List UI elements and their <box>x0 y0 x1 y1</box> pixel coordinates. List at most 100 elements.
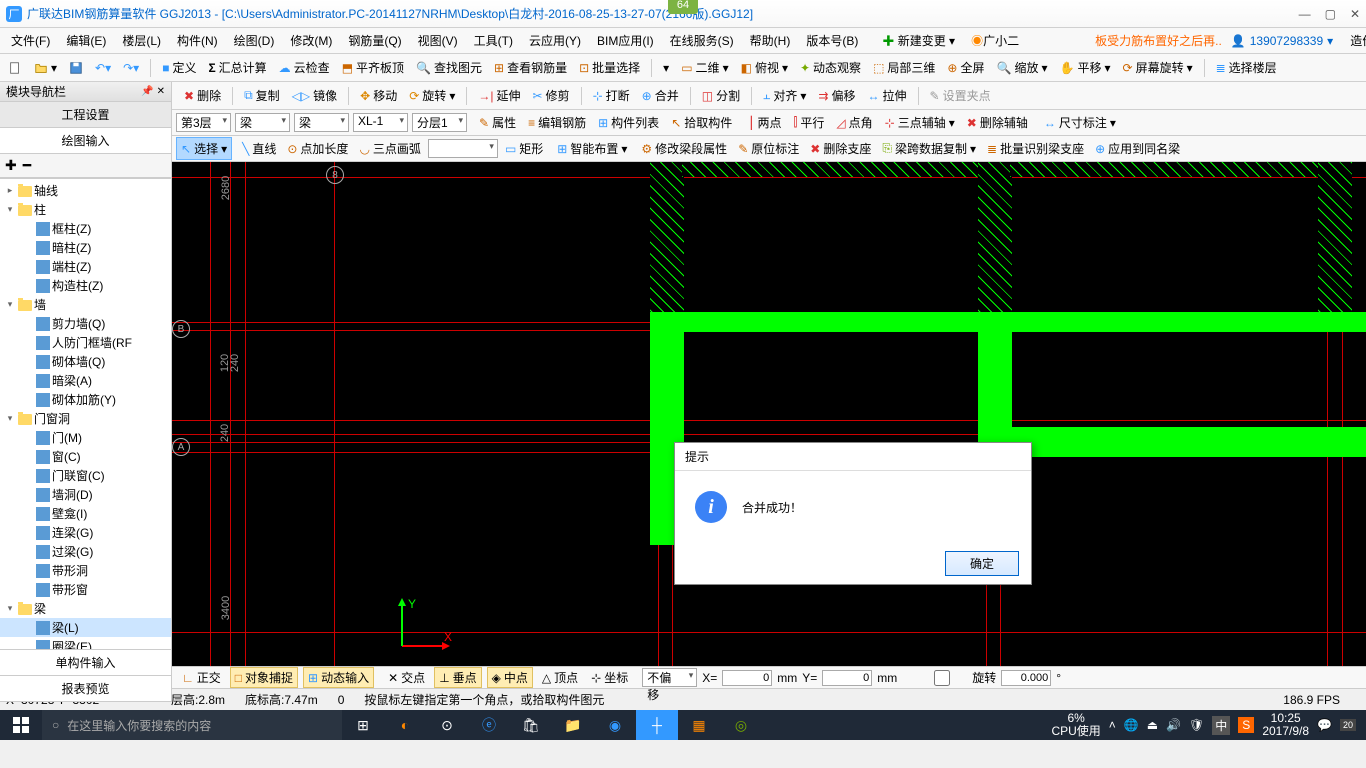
tree-item[interactable]: 带形洞 <box>0 561 171 580</box>
origmark-button[interactable]: ✎原位标注 <box>734 138 803 159</box>
attr-button[interactable]: ✎属性 <box>475 112 520 133</box>
menu-bim[interactable]: BIM应用(I) <box>590 29 661 52</box>
tree-item[interactable]: 墙洞(D) <box>0 485 171 504</box>
align-button[interactable]: ⫠对齐▾ <box>759 85 810 106</box>
undo-icon[interactable]: ↶▾ <box>91 59 115 77</box>
ptlen-button[interactable]: ⊙点加长度 <box>283 138 352 159</box>
applysame-button[interactable]: ⊕应用到同名梁 <box>1091 138 1184 159</box>
menu-component[interactable]: 构件(N) <box>170 29 225 52</box>
tree-item[interactable]: 端柱(Z) <box>0 257 171 276</box>
arc3-button[interactable]: ◡三点画弧 <box>355 138 425 159</box>
cross-toggle[interactable]: ✕ 交点 <box>384 668 429 687</box>
tree-item[interactable]: ▸轴线 <box>0 181 171 200</box>
copy-button[interactable]: ⧉复制 <box>240 85 284 106</box>
tree-item[interactable]: 圈梁(E) <box>0 637 171 649</box>
rotate-button[interactable]: ⟳旋转▾ <box>405 85 459 106</box>
pan-button[interactable]: ✋平移▾ <box>1056 57 1115 78</box>
cloudcheck-button[interactable]: ☁云检查 <box>275 57 334 78</box>
mirror-button[interactable]: ◁▷镜像 <box>288 85 341 106</box>
taskview-icon[interactable]: ⊞ <box>342 710 384 740</box>
user-label[interactable]: ◉广小二 <box>964 29 1026 52</box>
arc3-combo[interactable] <box>428 139 498 158</box>
perp-toggle[interactable]: ⊥ 垂点 <box>434 667 481 688</box>
smart-button[interactable]: ⊞智能布置▾ <box>553 138 631 159</box>
mid-toggle[interactable]: ◈ 中点 <box>487 667 533 688</box>
tree-item[interactable]: 门(M) <box>0 428 171 447</box>
complist-button[interactable]: ⊞构件列表 <box>594 112 663 133</box>
notice-text[interactable]: 板受力筋布置好之后再.. <box>1088 29 1229 52</box>
local3d-button[interactable]: ⬚局部三维 <box>869 57 939 78</box>
line-button[interactable]: ╲直线 <box>238 138 280 159</box>
vertex-toggle[interactable]: △ 顶点 <box>538 668 582 687</box>
x-input[interactable] <box>722 670 772 686</box>
rect-button[interactable]: ▭矩形 <box>501 138 547 159</box>
batchsel-button[interactable]: ⊡批量选择 <box>575 57 644 78</box>
trim-button[interactable]: ✂修剪 <box>528 85 573 106</box>
layer-combo[interactable]: 分层1 <box>412 113 467 132</box>
tray-date[interactable]: 2017/9/8 <box>1262 725 1309 738</box>
phone-number[interactable]: 13907298339 <box>1250 34 1323 48</box>
birdview-button[interactable]: ◧俯视▾ <box>737 57 792 78</box>
parallel-button[interactable]: ⫿平行 <box>790 112 829 133</box>
delsup-button[interactable]: ✖删除支座 <box>806 138 875 159</box>
tree-item[interactable]: 砌体加筋(Y) <box>0 390 171 409</box>
break-button[interactable]: ⊹打断 <box>589 85 634 106</box>
angle-input[interactable] <box>1001 670 1051 686</box>
tray-safe-icon[interactable]: 🛡 <box>1189 718 1204 732</box>
app6-icon[interactable]: ▦ <box>678 710 720 740</box>
minimize-icon[interactable]: — <box>1299 7 1311 21</box>
code-combo[interactable]: XL-1 <box>353 113 408 132</box>
dropdown-icon[interactable]: ▾ <box>659 59 673 77</box>
coord-toggle[interactable]: ⊹ 坐标 <box>587 668 632 687</box>
redo-icon[interactable]: ↷▾ <box>119 59 143 77</box>
pin-icon[interactable]: 📌 ✕ <box>141 86 165 97</box>
single-input-tab[interactable]: 单构件输入 <box>0 650 171 676</box>
define-button[interactable]: ■定义 <box>158 57 200 78</box>
delaux-button[interactable]: ✖删除辅轴 <box>963 112 1032 133</box>
app1-icon[interactable]: ◐ <box>384 710 426 740</box>
tree-item[interactable]: 人防门框墙(RF <box>0 333 171 352</box>
tree-item[interactable]: 剪力墙(Q) <box>0 314 171 333</box>
stretch-button[interactable]: ↔拉伸 <box>863 85 910 106</box>
fullscreen-button[interactable]: ⊕全屏 <box>943 57 988 78</box>
snap-toggle[interactable]: □对象捕捉 <box>230 667 298 688</box>
tree-item[interactable]: 过梁(G) <box>0 542 171 561</box>
tab-drawinput[interactable]: 绘图输入 <box>0 128 171 153</box>
rotate-checkbox[interactable] <box>917 670 967 686</box>
offset-combo[interactable]: 不偏移 <box>642 668 697 687</box>
extend-button[interactable]: →|延伸 <box>474 85 524 106</box>
tree-item[interactable]: 连梁(G) <box>0 523 171 542</box>
taskbar-search[interactable]: ○在这里输入你要搜索的内容 <box>42 710 342 740</box>
sellayer-button[interactable]: ≣选择楼层 <box>1212 57 1281 78</box>
zoom-button[interactable]: 🔍缩放▾ <box>993 57 1052 78</box>
save-icon[interactable] <box>65 59 87 77</box>
explorer-icon[interactable]: 📁 <box>552 710 594 740</box>
tray-usb-icon[interactable]: ⏏ <box>1147 718 1158 732</box>
store-icon[interactable]: 🛍 <box>510 710 552 740</box>
app4-icon[interactable]: ◉ <box>594 710 636 740</box>
beamdata-button[interactable]: ⎘梁跨数据复制▾ <box>878 138 980 159</box>
menu-version[interactable]: 版本号(B) <box>799 29 865 52</box>
menu-edit[interactable]: 编辑(E) <box>59 29 113 52</box>
tree-item[interactable]: ▾门窗洞 <box>0 409 171 428</box>
tree-item[interactable]: 壁龛(I) <box>0 504 171 523</box>
tree-item[interactable]: 门联窗(C) <box>0 466 171 485</box>
tree-item[interactable]: 框柱(Z) <box>0 219 171 238</box>
assist-icon[interactable]: 20 <box>1340 719 1356 731</box>
menu-modify[interactable]: 修改(M) <box>283 29 339 52</box>
open-file-icon[interactable]: ▾ <box>30 59 61 77</box>
new-file-icon[interactable] <box>4 59 26 77</box>
batchrec-button[interactable]: ≣批量识别梁支座 <box>983 138 1088 159</box>
edge-icon[interactable]: ⓔ <box>468 710 510 740</box>
tray-up-icon[interactable]: ˄ <box>1109 718 1116 732</box>
offset-button[interactable]: ⇉偏移 <box>814 85 859 106</box>
twopt-button[interactable]: ⎮两点 <box>744 112 785 133</box>
tree-item[interactable]: 窗(C) <box>0 447 171 466</box>
ptangle-button[interactable]: ◿点角 <box>832 112 876 133</box>
ok-button[interactable]: 确定 <box>945 551 1019 576</box>
tree-item[interactable]: ▾墙 <box>0 295 171 314</box>
pickcomp-button[interactable]: ↖拾取构件 <box>667 112 736 133</box>
drawing-canvas[interactable]: 8 B A 2680 120 240 240 3400 XY 提示 i 合并成功… <box>172 162 1366 666</box>
editsteel-button[interactable]: ≡编辑钢筋 <box>524 112 590 133</box>
viewsteel-button[interactable]: ⊞查看钢筋量 <box>490 57 571 78</box>
